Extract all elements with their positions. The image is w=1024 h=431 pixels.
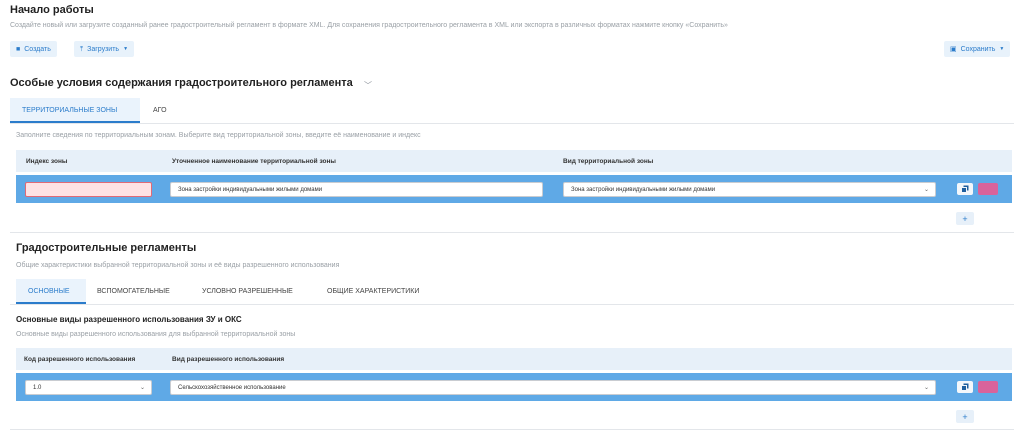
divider <box>10 304 1014 305</box>
column-header-zone-index: Индекс зоны <box>26 158 68 165</box>
plus-icon: + <box>962 411 968 422</box>
special-section-title: Особые условия содержания градостроитель… <box>10 77 353 89</box>
chevron-down-icon: ⌄ <box>139 385 145 391</box>
upload-button-label: Загрузить <box>87 45 120 53</box>
regulations-title: Градостроительные регламенты <box>16 242 197 254</box>
chevron-down-icon: ▼ <box>123 46 129 52</box>
zone-type-value: Зона застройки индивидуальными жилыми до… <box>571 186 716 193</box>
create-button[interactable]: ■ Создать <box>10 41 57 57</box>
copy-row-button[interactable] <box>957 381 973 393</box>
use-code-value: 1.0 <box>33 384 42 391</box>
divider <box>10 123 1014 124</box>
chevron-down-icon: ⌄ <box>923 385 929 391</box>
page-subtitle: Создайте новый или загрузите созданный р… <box>10 22 728 29</box>
copy-row-button[interactable] <box>957 183 973 195</box>
uses-table-header <box>16 348 1012 370</box>
tab-main[interactable]: ОСНОВНЫЕ <box>28 288 70 295</box>
upload-icon: ⤒ <box>80 45 84 53</box>
main-uses-title: Основные виды разрешенного использования… <box>16 315 242 324</box>
create-button-label: Создать <box>24 45 51 53</box>
regulations-hint: Общие характеристики выбранной территори… <box>16 262 340 269</box>
chevron-down-icon: ⌄ <box>923 187 929 193</box>
use-kind-value: Сельскохозяйственное использование <box>178 384 286 391</box>
use-kind-select[interactable]: Сельскохозяйственное использование ⌄ <box>170 380 936 395</box>
add-use-button[interactable]: + <box>956 410 974 423</box>
zones-hint: Заполните сведения по территориальным зо… <box>16 132 421 139</box>
tab-conditional[interactable]: УСЛОВНО РАЗРЕШЕННЫЕ <box>202 288 293 295</box>
plus-icon: + <box>962 213 968 224</box>
chevron-down-icon: ▼ <box>999 46 1005 52</box>
tab-auxiliary[interactable]: ВСПОМОГАТЕЛЬНЫЕ <box>97 288 170 295</box>
zone-name-input[interactable]: Зона застройки индивидуальными жилыми до… <box>170 182 543 197</box>
use-code-select[interactable]: 1.0 ⌄ <box>25 380 152 395</box>
divider <box>10 232 1014 233</box>
main-uses-hint: Основные виды разрешенного использования… <box>16 331 296 338</box>
copy-icon <box>961 383 969 391</box>
add-zone-button[interactable]: + <box>956 212 974 225</box>
column-header-use-code: Код разрешенного использования <box>24 356 136 363</box>
page-title: Начало работы <box>10 4 94 16</box>
save-icon: ▣ <box>950 45 957 53</box>
delete-row-button[interactable] <box>978 183 998 195</box>
zone-index-input[interactable] <box>25 182 152 197</box>
zones-table-header <box>16 150 1012 172</box>
tab-territorial-zones[interactable]: ТЕРРИТОРИАЛЬНЫЕ ЗОНЫ <box>22 107 117 114</box>
column-header-use-kind: Вид разрешенного использования <box>172 356 285 363</box>
column-header-zone-type: Вид территориальной зоны <box>563 158 654 165</box>
delete-row-button[interactable] <box>978 381 998 393</box>
tab-ago[interactable]: АГО <box>153 107 167 114</box>
square-icon: ■ <box>16 45 21 53</box>
divider <box>10 429 1014 430</box>
save-button-label: Сохранить <box>960 45 996 53</box>
zone-type-select[interactable]: Зона застройки индивидуальными жилыми до… <box>563 182 936 197</box>
column-header-zone-name: Уточненное наименование территориальной … <box>172 158 336 165</box>
upload-button[interactable]: ⤒ Загрузить ▼ <box>74 41 135 57</box>
save-button[interactable]: ▣ Сохранить ▼ <box>944 41 1011 57</box>
chevron-down-icon[interactable]: ﹀ <box>364 80 372 91</box>
copy-icon <box>961 185 969 193</box>
tab-general[interactable]: ОБЩИЕ ХАРАКТЕРИСТИКИ <box>327 288 419 295</box>
